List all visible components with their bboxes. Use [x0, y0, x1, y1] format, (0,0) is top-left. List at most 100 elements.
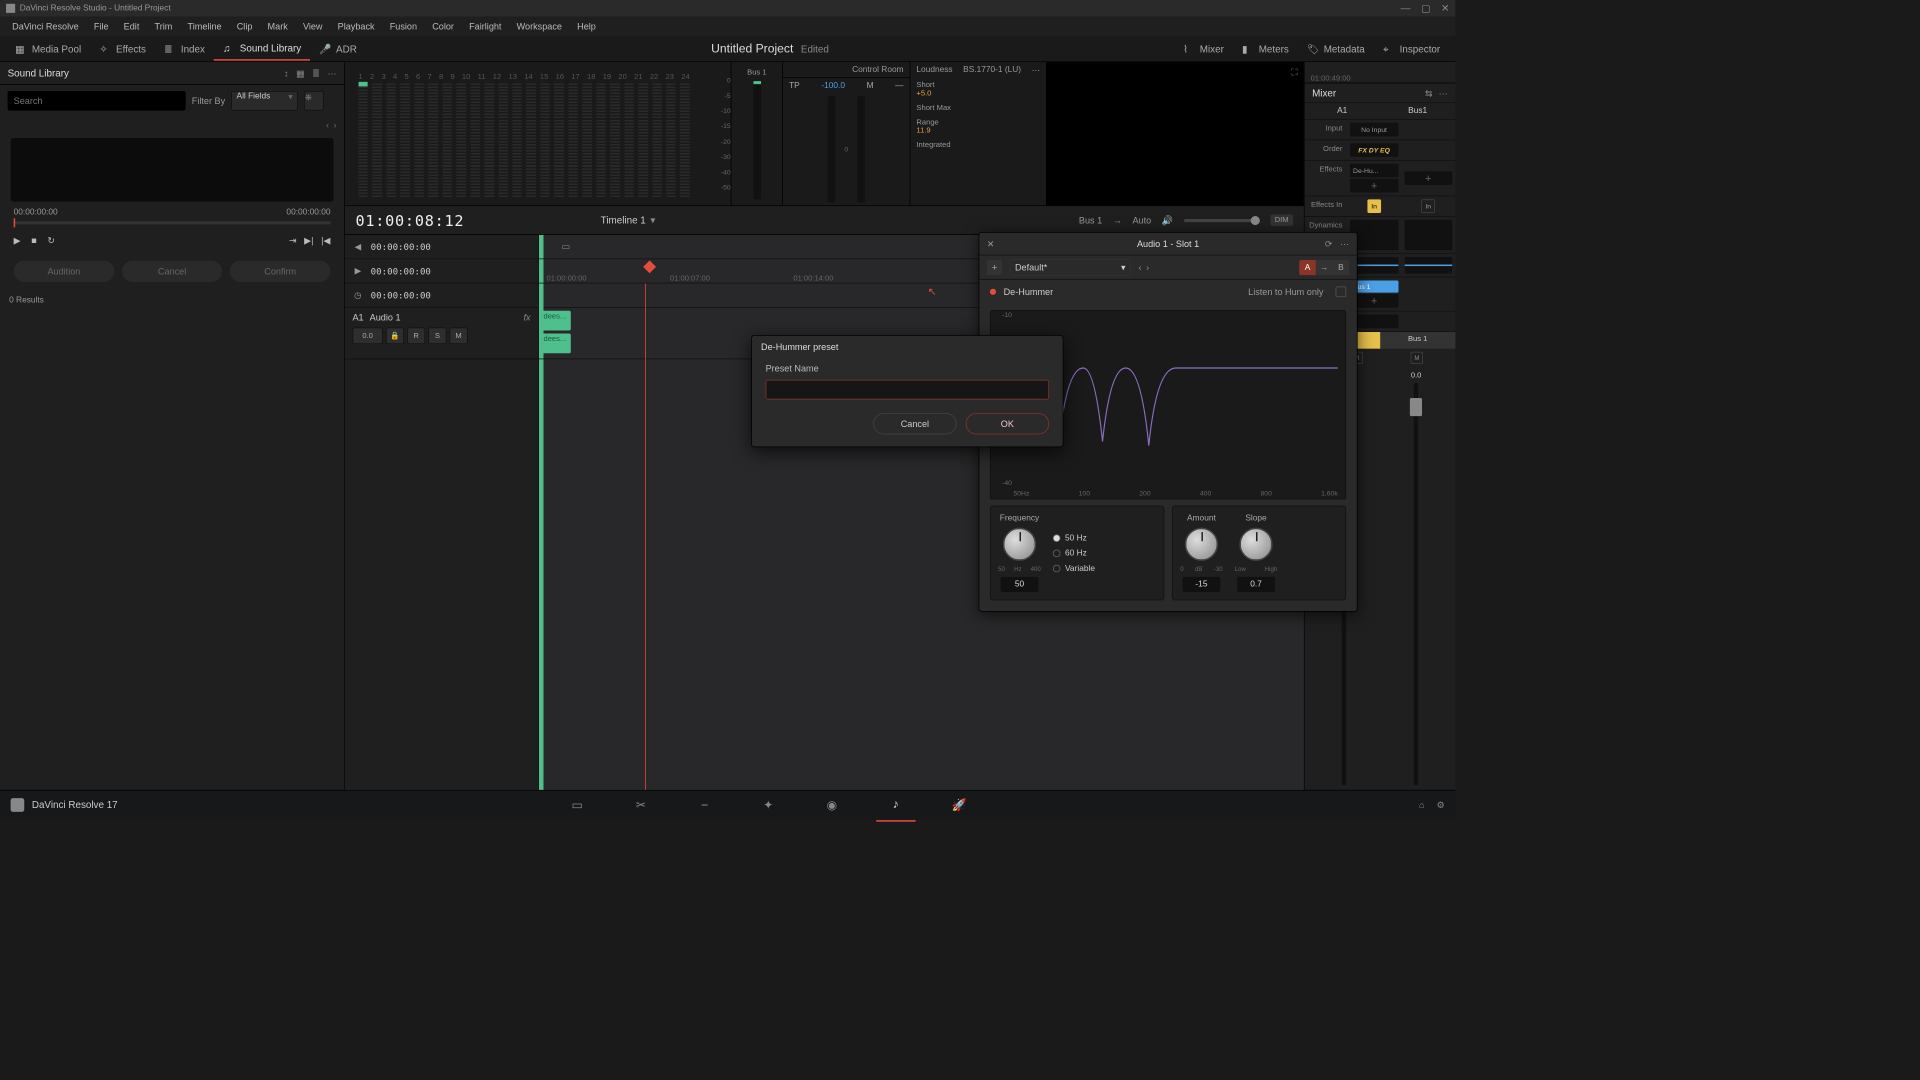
- settings-icon[interactable]: ⚙: [1437, 799, 1445, 810]
- speaker-icon[interactable]: 🔊: [1162, 215, 1173, 226]
- playhead[interactable]: [645, 283, 646, 789]
- preset-name-input[interactable]: [766, 380, 1049, 400]
- selection-tool-icon[interactable]: ▭: [562, 241, 571, 252]
- tab-mixer[interactable]: ⌇Mixer: [1174, 38, 1233, 59]
- preset-next-icon[interactable]: ›: [1146, 262, 1149, 273]
- tab-effects[interactable]: ✧Effects: [90, 38, 155, 61]
- add-preset-button[interactable]: +: [987, 260, 1002, 275]
- slope-value[interactable]: 0.7: [1237, 577, 1275, 592]
- tab-inspector[interactable]: ⌖Inspector: [1374, 38, 1449, 59]
- record-arm-button[interactable]: R: [407, 327, 425, 344]
- tab-media-pool[interactable]: ▦Media Pool: [6, 38, 90, 61]
- menu-item[interactable]: Timeline: [180, 18, 229, 35]
- lock-icon[interactable]: 🔒: [386, 327, 404, 344]
- cut-page-icon[interactable]: ✂: [632, 796, 650, 814]
- more-icon[interactable]: ⋯: [327, 68, 336, 79]
- skip-icon[interactable]: ⇥: [289, 235, 297, 246]
- menu-item[interactable]: Trim: [147, 18, 180, 35]
- nav-next-icon[interactable]: ›: [334, 120, 337, 131]
- menu-item[interactable]: Mark: [260, 18, 295, 35]
- preview-scrubber[interactable]: [14, 221, 331, 224]
- dim-button[interactable]: DIM: [1270, 215, 1293, 226]
- back-icon[interactable]: ◀: [352, 242, 363, 252]
- tab-index[interactable]: ≣Index: [155, 38, 214, 61]
- loop-icon[interactable]: ↻: [47, 235, 55, 246]
- edit-page-icon[interactable]: ⎯: [696, 796, 714, 814]
- solo-button[interactable]: S: [428, 327, 446, 344]
- fusion-page-icon[interactable]: ✦: [759, 796, 777, 814]
- menu-item[interactable]: Color: [425, 18, 462, 35]
- grid-view-icon[interactable]: ▦: [296, 68, 305, 79]
- listen-checkbox[interactable]: [1336, 287, 1347, 298]
- frequency-knob[interactable]: [1003, 528, 1036, 561]
- home-icon[interactable]: ⌂: [1419, 799, 1424, 810]
- effect-slot[interactable]: De-Hu...: [1350, 164, 1398, 178]
- amount-value[interactable]: -15: [1182, 577, 1220, 592]
- deliver-page-icon[interactable]: 🚀: [950, 796, 968, 814]
- filter-select[interactable]: All Fields ▾: [231, 91, 298, 111]
- freq-60hz-radio[interactable]: 60 Hz: [1053, 548, 1095, 557]
- media-page-icon[interactable]: ▭: [568, 796, 586, 814]
- expand-icon[interactable]: ⛶: [1291, 67, 1297, 78]
- mixer-tab-a1[interactable]: A1: [1305, 103, 1380, 119]
- cancel-button[interactable]: Cancel: [122, 261, 223, 282]
- next-icon[interactable]: ▶|: [304, 235, 313, 246]
- prev-icon[interactable]: |◀: [321, 235, 330, 246]
- menu-item[interactable]: Fairlight: [462, 18, 510, 35]
- clock-icon[interactable]: ◷: [352, 290, 363, 300]
- mixer-tab-bus1[interactable]: Bus1: [1380, 103, 1455, 119]
- resolve-logo-icon[interactable]: [11, 798, 25, 812]
- maximize-icon[interactable]: ▢: [1421, 2, 1430, 14]
- preset-prev-icon[interactable]: ‹: [1139, 262, 1142, 273]
- menu-item[interactable]: Playback: [330, 18, 382, 35]
- play-icon[interactable]: ▶: [14, 235, 21, 246]
- close-icon[interactable]: ✕: [987, 238, 995, 249]
- close-icon[interactable]: ✕: [1441, 2, 1449, 14]
- playhead-marker[interactable]: [643, 260, 656, 273]
- compare-swap-button[interactable]: →: [1316, 260, 1333, 275]
- more-icon[interactable]: ⋯: [1032, 65, 1040, 75]
- slope-knob[interactable]: [1239, 528, 1272, 561]
- fx-indicator[interactable]: fx: [524, 312, 531, 323]
- tab-sound-library[interactable]: ♫Sound Library: [214, 38, 310, 61]
- menu-item[interactable]: Workspace: [509, 18, 569, 35]
- freq-50hz-radio[interactable]: 50 Hz: [1053, 533, 1095, 542]
- bypass-indicator[interactable]: [990, 289, 996, 295]
- mixer-expand-icon[interactable]: ⇆: [1425, 88, 1433, 99]
- audition-button[interactable]: Audition: [14, 261, 115, 282]
- menu-item[interactable]: Edit: [116, 18, 147, 35]
- menu-item[interactable]: DaVinci Resolve: [5, 18, 87, 35]
- track-level[interactable]: 0.0: [352, 327, 382, 344]
- tab-meters[interactable]: ▮Meters: [1233, 38, 1298, 59]
- eq-graph[interactable]: [1404, 257, 1452, 274]
- audio-clip[interactable]: dees...: [540, 334, 570, 354]
- menu-item[interactable]: View: [295, 18, 330, 35]
- add-effect-button[interactable]: +: [1404, 171, 1452, 185]
- minimize-icon[interactable]: —: [1401, 2, 1411, 14]
- timeline-name-dropdown[interactable]: Timeline 1▾: [601, 214, 656, 226]
- ok-button[interactable]: OK: [966, 413, 1049, 434]
- amount-knob[interactable]: [1185, 528, 1218, 561]
- list-view-icon[interactable]: ≣: [312, 68, 320, 79]
- freq-variable-radio[interactable]: Variable: [1053, 564, 1095, 573]
- dynamics-graph[interactable]: [1404, 220, 1452, 250]
- timeline-timecode[interactable]: 01:00:08:12: [356, 211, 465, 229]
- nav-prev-icon[interactable]: ‹: [326, 120, 329, 131]
- tab-metadata[interactable]: 🏷Metadata: [1298, 38, 1374, 59]
- volume-slider[interactable]: [1184, 219, 1260, 222]
- frequency-value[interactable]: 50: [1001, 577, 1039, 592]
- search-input[interactable]: [8, 91, 186, 111]
- audio-clip[interactable]: dees...: [540, 311, 570, 331]
- menu-item[interactable]: Help: [570, 18, 604, 35]
- sort-icon[interactable]: ↕: [284, 68, 289, 79]
- track-header[interactable]: A1Audio 1fx 0.0 🔒 R S M: [345, 308, 538, 360]
- compare-b-button[interactable]: B: [1333, 260, 1350, 275]
- cancel-button[interactable]: Cancel: [873, 413, 956, 434]
- stop-icon[interactable]: ■: [31, 235, 36, 246]
- effects-in-toggle[interactable]: In: [1421, 199, 1435, 213]
- forward-icon[interactable]: ▶: [352, 266, 363, 276]
- mute-button[interactable]: M: [1411, 352, 1423, 364]
- compare-a-button[interactable]: A: [1299, 260, 1316, 275]
- mute-button[interactable]: M: [449, 327, 467, 344]
- effects-in-toggle[interactable]: In: [1367, 199, 1381, 213]
